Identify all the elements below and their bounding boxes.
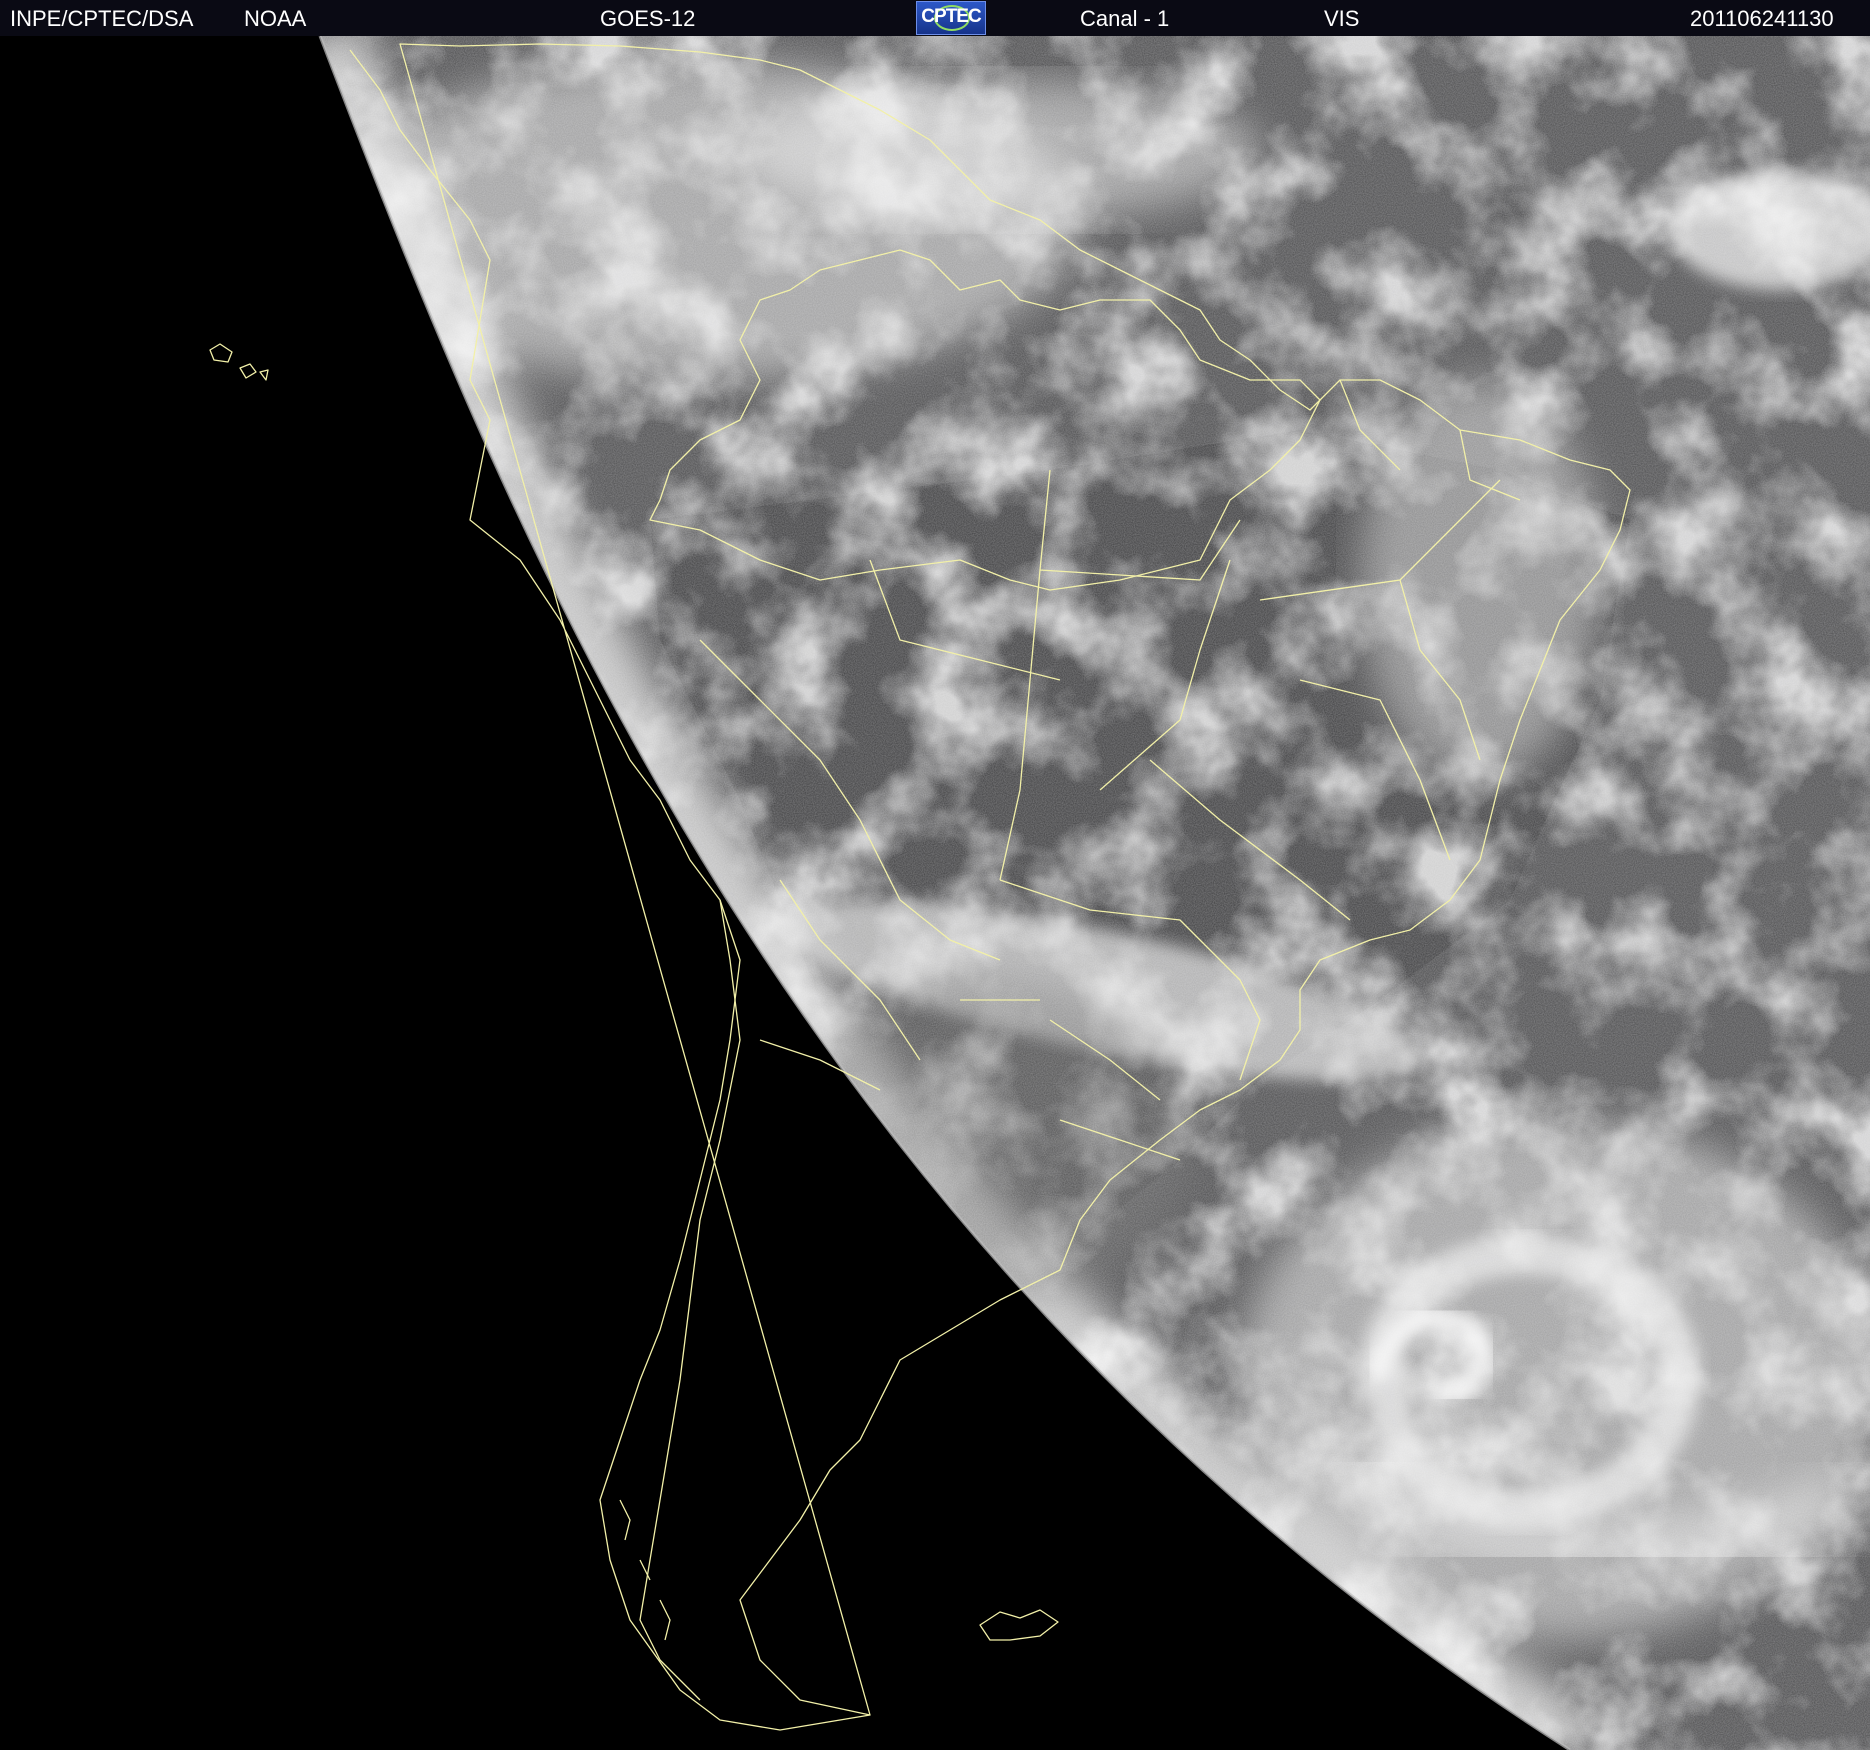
source-label: INPE/CPTEC/DSA xyxy=(10,6,194,31)
image-header-bar: INPE/CPTEC/DSA NOAA GOES-12 CPTEC Canal … xyxy=(0,0,1870,37)
timestamp-label: 201106241130 xyxy=(1690,6,1834,31)
band-label: VIS xyxy=(1324,6,1360,31)
satellite-image xyxy=(0,36,1870,1750)
satellite-image-canvas xyxy=(0,36,1870,1750)
cptec-logo: CPTEC xyxy=(916,1,986,35)
channel-label: Canal - 1 xyxy=(1080,6,1170,31)
agency-label: NOAA xyxy=(244,6,307,31)
logo-text: CPTEC xyxy=(921,6,981,27)
satellite-label: GOES-12 xyxy=(600,6,696,31)
